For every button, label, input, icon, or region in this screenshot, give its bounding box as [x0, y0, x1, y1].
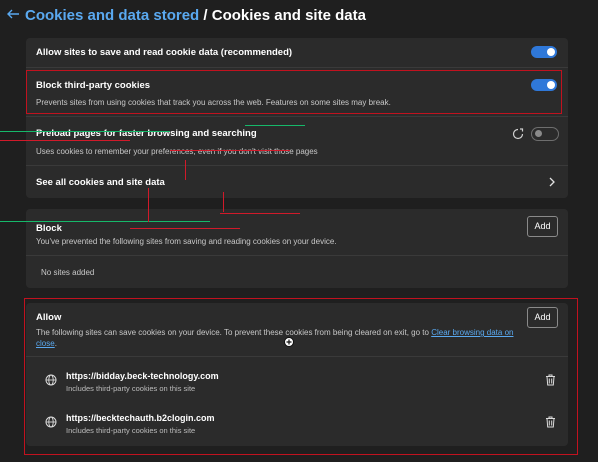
preload-description: Uses cookies to remember your preference… — [36, 147, 318, 156]
globe-icon — [45, 374, 57, 386]
allowed-site-row[interactable]: https://becktechauth.b2clogin.com Includ… — [26, 403, 568, 443]
glitch-line — [0, 131, 170, 132]
toggle-knob — [547, 81, 555, 89]
globe-icon — [45, 416, 57, 428]
allow-description-text: The following sites can save cookies on … — [36, 328, 429, 337]
cursor-icon — [283, 336, 295, 348]
block-add-button[interactable]: Add — [527, 216, 558, 237]
see-all-cookies-link[interactable]: See all cookies and site data — [36, 177, 165, 188]
preload-icon — [512, 128, 524, 140]
clear-browsing-data-link[interactable]: Clear browsing data on — [431, 328, 513, 337]
cookie-settings-card: Allow sites to save and read cookie data… — [26, 38, 568, 198]
glitch-line — [148, 188, 149, 222]
glitch-line — [220, 213, 300, 214]
allow-sites-toggle[interactable] — [531, 46, 557, 58]
chevron-right-icon[interactable] — [547, 176, 557, 188]
allow-sites-label: Allow sites to save and read cookie data… — [36, 47, 293, 58]
allow-section-description: The following sites can save cookies on … — [36, 328, 513, 337]
allow-description-line2: close. — [36, 339, 57, 348]
allowed-site-detail: Includes third-party cookies on this sit… — [66, 384, 196, 393]
allow-section-title: Allow — [36, 312, 62, 323]
allowed-site-detail: Includes third-party cookies on this sit… — [66, 426, 196, 435]
block-third-party-description: Prevents sites from using cookies that t… — [36, 98, 391, 107]
divider — [26, 356, 568, 357]
glitch-line — [245, 125, 305, 126]
page-title: Cookies and data stored / Cookies and si… — [25, 7, 366, 24]
trash-icon[interactable] — [545, 416, 556, 428]
block-empty-text: No sites added — [41, 268, 95, 277]
clear-browsing-data-link-continued[interactable]: close — [36, 339, 55, 348]
preload-toggle[interactable] — [531, 127, 559, 141]
allowed-site-url: https://bidday.beck-technology.com — [66, 371, 219, 381]
preload-label: Preload pages for faster browsing and se… — [36, 128, 257, 139]
glitch-line — [170, 150, 290, 151]
back-arrow-icon[interactable] — [5, 6, 21, 22]
trash-icon[interactable] — [545, 374, 556, 386]
toggle-knob — [535, 130, 542, 137]
allow-section-card: Allow The following sites can save cooki… — [26, 303, 568, 446]
glitch-line — [0, 140, 130, 141]
block-section-title: Block — [36, 223, 62, 234]
divider — [26, 116, 568, 117]
breadcrumb-parent-link[interactable]: Cookies and data stored — [25, 7, 199, 24]
allow-description-end: . — [54, 339, 57, 348]
block-third-party-label: Block third-party cookies — [36, 80, 151, 91]
divider — [26, 67, 568, 68]
divider — [26, 165, 568, 166]
glitch-line — [130, 228, 240, 229]
breadcrumb-current: Cookies and site data — [211, 7, 366, 24]
glitch-line — [0, 221, 210, 222]
toggle-knob — [547, 48, 555, 56]
allow-add-button[interactable]: Add — [527, 307, 558, 328]
glitch-line — [185, 160, 186, 180]
breadcrumb-separator: / — [199, 7, 212, 24]
page-header: Cookies and data stored / Cookies and si… — [0, 0, 598, 36]
glitch-line — [223, 192, 224, 212]
divider — [26, 255, 568, 256]
allowed-site-row[interactable]: https://bidday.beck-technology.com Inclu… — [26, 361, 568, 401]
block-third-party-toggle[interactable] — [531, 79, 557, 91]
allowed-site-url: https://becktechauth.b2clogin.com — [66, 413, 215, 423]
block-section-description: You've prevented the following sites fro… — [36, 237, 337, 246]
